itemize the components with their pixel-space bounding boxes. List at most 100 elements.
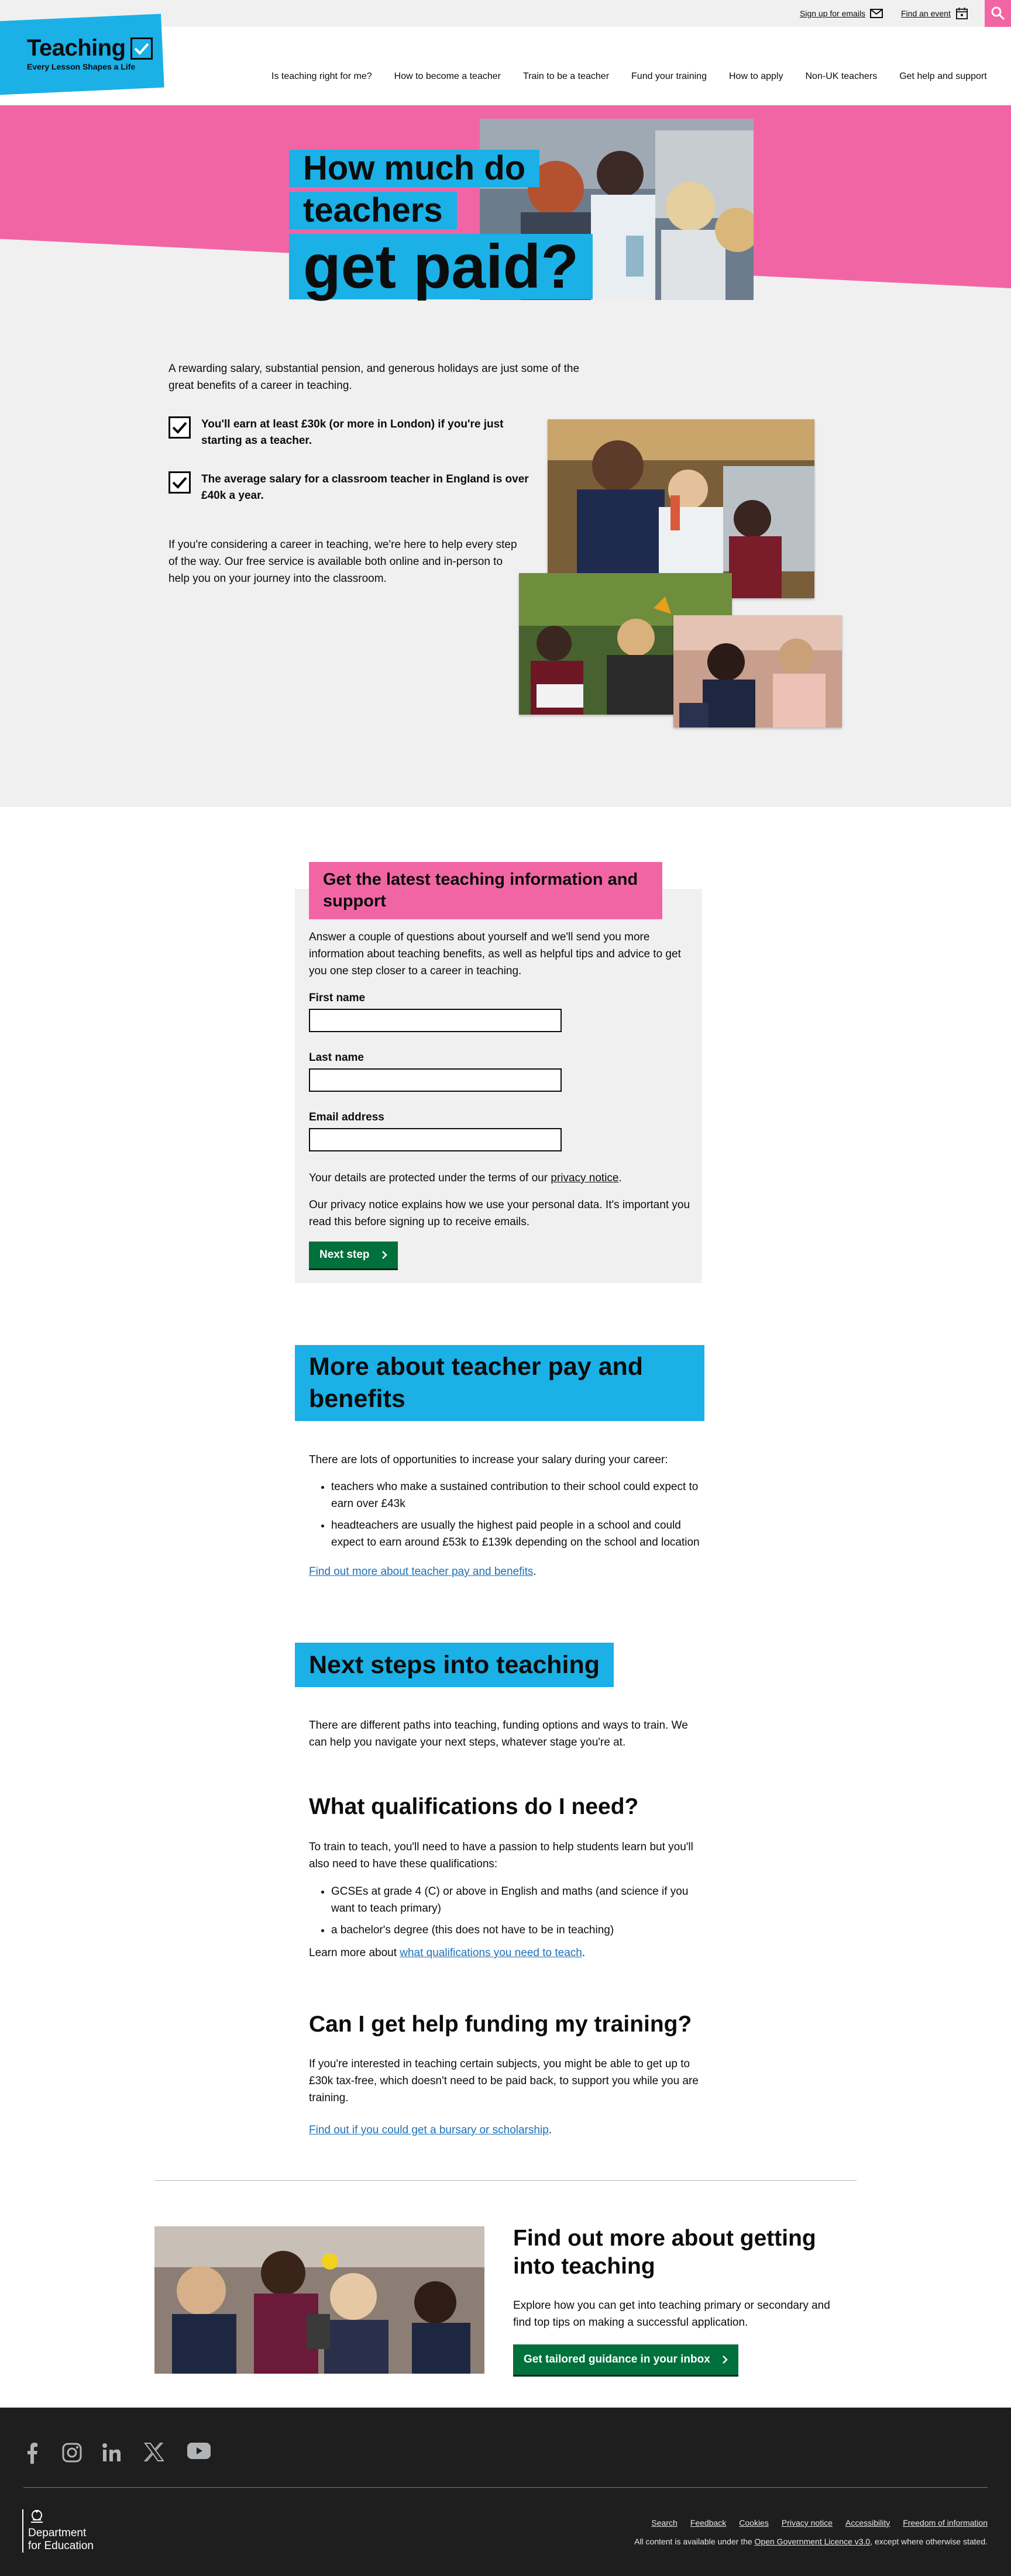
funding-heading: Can I get help funding my training? bbox=[309, 2012, 692, 2037]
privacy-notice-link[interactable]: privacy notice bbox=[551, 1172, 618, 1184]
nav-item-fund[interactable]: Fund your training bbox=[620, 71, 718, 82]
funding-link-paragraph: Find out if you could get a bursary or s… bbox=[309, 2122, 702, 2139]
hero-intro: A rewarding salary, substantial pension,… bbox=[168, 363, 580, 392]
nav-item-non-uk[interactable]: Non-UK teachers bbox=[794, 71, 888, 82]
learn-more-suffix: . bbox=[582, 1947, 586, 1959]
dfe-logo: Department for Education bbox=[22, 2509, 94, 2553]
list-item: GCSEs at grade 4 (C) or above in English… bbox=[331, 1883, 702, 1917]
list-item: headteachers are usually the highest pai… bbox=[331, 1517, 702, 1551]
tick-icon bbox=[168, 471, 191, 494]
benefit-item-average: The average salary for a classroom teach… bbox=[168, 471, 543, 504]
next-step-label: Next step bbox=[319, 1249, 370, 1261]
pay-intro: There are lots of opportunities to incre… bbox=[309, 1454, 668, 1466]
licence-suffix: , except where otherwise stated. bbox=[870, 2537, 988, 2546]
logo-word: Teaching bbox=[27, 35, 126, 61]
privacy-explainer-text: Our privacy notice explains how we use y… bbox=[309, 1199, 690, 1228]
tick-icon bbox=[168, 416, 191, 439]
youtube-icon[interactable] bbox=[187, 2443, 211, 2459]
nav-item-is-teaching-right[interactable]: Is teaching right for me? bbox=[260, 71, 383, 82]
qualifications-link[interactable]: what qualifications you need to teach bbox=[400, 1947, 582, 1959]
site-footer: Department for Education Search Feedback… bbox=[0, 2408, 1011, 2576]
qualifications-heading: What qualifications do I need? bbox=[309, 1794, 639, 1819]
hero-heading-line-1: How much do bbox=[289, 150, 540, 187]
search-icon bbox=[991, 6, 1005, 20]
footer-link-cookies[interactable]: Cookies bbox=[739, 2518, 769, 2527]
footer-divider bbox=[23, 2487, 988, 2488]
funding-text: If you're interested in teaching certain… bbox=[309, 2058, 699, 2104]
promo-photo-classroom bbox=[154, 2226, 484, 2374]
promo-heading: Find out more about getting into teachin… bbox=[513, 2226, 816, 2279]
hero-support-text: If you're considering a career in teachi… bbox=[168, 539, 517, 585]
list-item: a bachelor's degree (this does not have … bbox=[331, 1922, 702, 1939]
next-steps-heading: Next steps into teaching bbox=[295, 1643, 614, 1687]
instagram-icon[interactable] bbox=[62, 2443, 82, 2463]
licence-text: All content is available under the Open … bbox=[634, 2537, 988, 2546]
collage-photo-students bbox=[673, 615, 842, 727]
footer-link-search[interactable]: Search bbox=[651, 2518, 677, 2527]
list-item: teachers who make a sustained contributi… bbox=[331, 1478, 702, 1512]
first-name-field[interactable] bbox=[309, 1009, 562, 1032]
email-field[interactable] bbox=[309, 1128, 562, 1151]
mailing-list-intro: Answer a couple of questions about yours… bbox=[309, 931, 681, 977]
next-steps-intro: There are different paths into teaching,… bbox=[309, 1719, 688, 1749]
qualifications-learn-more: Learn more about what qualifications you… bbox=[309, 1944, 702, 1961]
nav-item-how-to-become[interactable]: How to become a teacher bbox=[383, 71, 512, 82]
last-name-field[interactable] bbox=[309, 1068, 562, 1092]
footer-link-feedback[interactable]: Feedback bbox=[690, 2518, 726, 2527]
footer-link-privacy[interactable]: Privacy notice bbox=[782, 2518, 833, 2527]
dfe-logo-bar bbox=[22, 2509, 23, 2553]
learn-more-prefix: Learn more about bbox=[309, 1947, 400, 1959]
qualifications-intro: To train to teach, you'll need to have a… bbox=[309, 1841, 693, 1870]
hero-heading-line-2: teachers bbox=[289, 192, 457, 229]
email-label: Email address bbox=[309, 1111, 384, 1123]
benefit-item-salary: You'll earn at least £30k (or more in Lo… bbox=[168, 416, 543, 449]
collage-photo-science bbox=[548, 419, 814, 598]
nav-item-apply[interactable]: How to apply bbox=[718, 71, 795, 82]
find-event-link[interactable]: Find an event bbox=[901, 8, 968, 19]
sign-up-emails-link[interactable]: Sign up for emails bbox=[800, 8, 883, 19]
nav-item-help[interactable]: Get help and support bbox=[888, 71, 998, 82]
pay-link-paragraph: Find out more about teacher pay and bene… bbox=[309, 1563, 702, 1580]
find-event-label: Find an event bbox=[901, 9, 951, 18]
licence-prefix: All content is available under the bbox=[634, 2537, 755, 2546]
licence-link[interactable]: Open Government Licence v3.0 bbox=[755, 2537, 871, 2546]
privacy-protected-text: Your details are protected under the ter… bbox=[309, 1170, 690, 1187]
footer-link-accessibility[interactable]: Accessibility bbox=[845, 2518, 890, 2527]
footer-link-foi[interactable]: Freedom of information bbox=[903, 2518, 988, 2527]
privacy-protected-suffix: . bbox=[618, 1172, 622, 1184]
chevron-right-icon bbox=[381, 1251, 387, 1259]
facebook-icon[interactable] bbox=[26, 2443, 39, 2464]
logo-tagline: Every Lesson Shapes a Life bbox=[27, 62, 136, 71]
tailored-guidance-label: Get tailored guidance in your inbox bbox=[524, 2353, 710, 2365]
dfe-line-1: Department bbox=[28, 2527, 87, 2539]
bursary-link-suffix: . bbox=[548, 2124, 552, 2136]
footer-links: Search Feedback Cookies Privacy notice A… bbox=[651, 2518, 988, 2527]
tailored-guidance-button[interactable]: Get tailored guidance in your inbox bbox=[513, 2344, 738, 2375]
envelope-icon bbox=[870, 9, 883, 18]
tick-icon bbox=[130, 37, 153, 60]
dfe-name: Department for Education bbox=[28, 2527, 94, 2553]
chevron-right-icon bbox=[722, 2356, 728, 2364]
x-icon[interactable] bbox=[144, 2443, 164, 2461]
mailing-list-heading: Get the latest teaching information and … bbox=[309, 862, 662, 919]
hero-heading-line-3: get paid? bbox=[289, 234, 593, 299]
logo-title: Teaching bbox=[27, 35, 153, 61]
nav-item-train[interactable]: Train to be a teacher bbox=[512, 71, 620, 82]
search-button[interactable] bbox=[985, 0, 1011, 27]
benefit-text: You'll earn at least £30k (or more in Lo… bbox=[201, 418, 504, 447]
sign-up-emails-label: Sign up for emails bbox=[800, 9, 866, 18]
pay-link-suffix: . bbox=[533, 1565, 537, 1578]
privacy-protected-prefix: Your details are protected under the ter… bbox=[309, 1172, 551, 1184]
section-divider bbox=[154, 2180, 857, 2181]
linkedin-icon[interactable] bbox=[102, 2443, 122, 2463]
pay-benefits-link[interactable]: Find out more about teacher pay and bene… bbox=[309, 1565, 533, 1578]
last-name-label: Last name bbox=[309, 1051, 364, 1064]
qualifications-bullet-list: GCSEs at grade 4 (C) or above in English… bbox=[331, 1883, 702, 1943]
benefit-text: The average salary for a classroom teach… bbox=[201, 473, 529, 502]
first-name-label: First name bbox=[309, 992, 366, 1004]
bursary-link[interactable]: Find out if you could get a bursary or s… bbox=[309, 2124, 549, 2136]
next-step-button[interactable]: Next step bbox=[309, 1242, 398, 1268]
dfe-line-2: for Education bbox=[28, 2540, 94, 2552]
main-nav: Is teaching right for me? How to become … bbox=[260, 71, 998, 82]
crest-icon bbox=[31, 2510, 43, 2523]
